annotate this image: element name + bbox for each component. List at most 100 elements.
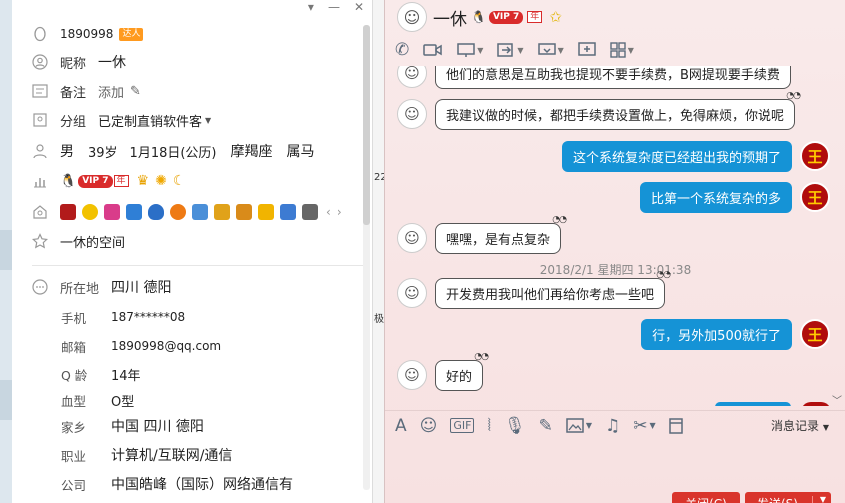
scrollbar-thumb[interactable]	[363, 25, 370, 225]
message-bubble: 行，另外加500就行了	[641, 319, 792, 350]
remote-desktop-icon[interactable]: ▼	[537, 42, 564, 58]
phone-row: 手机 187******08	[12, 307, 352, 327]
message-right: 王 比第一个系统复杂的多	[639, 182, 830, 213]
email-value[interactable]: 1890998@qq.com	[111, 339, 221, 353]
scissors-icon[interactable]: ✂ ▼	[633, 416, 655, 436]
penguin-icon: 🐧	[60, 173, 77, 189]
remark-add-link[interactable]: 添加	[98, 82, 124, 101]
pet-icon[interactable]	[192, 204, 208, 220]
shield-icon[interactable]	[148, 204, 164, 220]
user-circle-icon	[31, 53, 49, 71]
red-packet-icon[interactable]	[668, 417, 683, 434]
book-icon[interactable]	[214, 204, 230, 220]
sender-avatar[interactable]: ☺	[397, 223, 427, 253]
edit-pen-icon[interactable]: ✎	[130, 84, 141, 99]
contact-name[interactable]: 一休	[433, 5, 467, 30]
app-icon[interactable]	[104, 204, 120, 220]
sender-avatar[interactable]: ☺	[397, 360, 427, 390]
emoji-icon[interactable]: ☺	[420, 416, 438, 436]
qq-vip-icon[interactable]	[60, 204, 76, 220]
star-icon[interactable]	[82, 204, 98, 220]
message-history-button[interactable]: 消息记录 ▼	[771, 417, 829, 434]
screen-share-icon[interactable]: ▼	[457, 42, 483, 58]
close-icon[interactable]: ✕	[354, 0, 364, 14]
gif-icon[interactable]: GIF	[450, 418, 475, 433]
font-icon[interactable]: A	[395, 416, 407, 436]
shake-icon[interactable]: ⦚	[487, 416, 491, 436]
home-icon	[31, 203, 49, 221]
more-icon[interactable]	[31, 278, 49, 296]
microphone-icon[interactable]: 🎙	[504, 416, 526, 436]
email-row: 邮箱 1890998@qq.com	[12, 336, 352, 356]
edge-block	[0, 380, 12, 420]
profile-card: ▾ — ✕ 1890998 达人 昵称 一休 备注 添加 ✎ 分组 已定制直销软…	[12, 0, 372, 503]
qage-row: Q 龄 14年	[12, 364, 352, 384]
dropdown-icon[interactable]: ▾	[308, 0, 314, 14]
zodiac: 属马	[286, 144, 315, 160]
send-options-icon[interactable]: ▼	[820, 495, 826, 503]
sender-avatar[interactable]: ☺	[397, 66, 427, 88]
hometown-row: 家乡 中国 四川 德阳	[12, 416, 352, 436]
talent-badge[interactable]: 达人	[119, 27, 144, 41]
gold-shield-icon[interactable]	[258, 204, 274, 220]
prev-arrow-icon[interactable]: ‹	[326, 205, 331, 219]
constellation: 摩羯座	[230, 144, 273, 160]
sun-icon[interactable]: ✺	[155, 173, 167, 189]
message-text: 我建议做的时候，都把手续费设置做上，免得麻烦，你说呢	[446, 109, 785, 124]
next-arrow-icon[interactable]: ›	[337, 205, 342, 219]
star-icon[interactable]: ✩	[549, 8, 562, 26]
message-bubble: 他们的意思是互助我也提现不要手续费，B网提现要手续费	[435, 66, 791, 89]
location-value: 四川 德阳	[111, 280, 172, 296]
music-note-icon[interactable]: ♫	[605, 416, 620, 436]
job-value: 计算机/互联网/通信	[111, 448, 233, 464]
chat-header: ☺ 一休 🐧 VIP 7 年 ✩ ✆ ▼ ▼ ▼ ▼	[385, 0, 845, 70]
message-bubble: 比第一个系统复杂的多	[639, 182, 792, 213]
level-row: 🐧 VIP 7 年 ♛ ✺ ☾	[12, 171, 352, 191]
self-avatar[interactable]: 王	[800, 141, 830, 171]
message-timestamp: 2018/2/1 星期四 13:01:38	[539, 263, 692, 277]
crown-icon[interactable]: ♛	[137, 173, 150, 189]
file-transfer-icon[interactable]: ▼	[497, 42, 524, 58]
message-left: ☺ 他们的意思是互助我也提现不要手续费，B网提现要手续费	[397, 66, 791, 89]
self-avatar[interactable]: 王	[800, 319, 830, 349]
collapse-icon[interactable]: ﹀	[832, 392, 842, 407]
camera-icon[interactable]	[126, 204, 142, 220]
nickname-row: 昵称 一休	[12, 52, 352, 72]
sender-avatar[interactable]: ☺	[397, 278, 427, 308]
new-discussion-icon[interactable]	[577, 42, 596, 58]
remark-label: 备注	[60, 85, 87, 101]
blood-value: O型	[111, 394, 135, 410]
qage-label: Q 龄	[61, 367, 88, 383]
send-button[interactable]: 发送(S) ▼	[745, 492, 831, 503]
chevron-down-icon[interactable]: ▼	[205, 116, 211, 125]
sender-avatar[interactable]: ☺	[397, 99, 427, 129]
profile-scrollbar[interactable]	[363, 25, 370, 490]
close-button[interactable]: 关闭(C)	[672, 492, 740, 503]
minimize-icon[interactable]: —	[328, 0, 340, 14]
group-value[interactable]: 已定制直销软件客	[98, 111, 202, 130]
star-outline-icon	[31, 232, 49, 250]
group-label: 分组	[60, 114, 87, 130]
voice-call-icon[interactable]: ✆	[395, 40, 409, 60]
pen-icon[interactable]: ✎	[539, 416, 553, 436]
music-icon[interactable]	[170, 204, 186, 220]
divider	[32, 265, 364, 266]
message-right: 王 行，另外加500就行了	[641, 319, 830, 350]
message-list[interactable]: ☺ 他们的意思是互助我也提现不要手续费，B网提现要手续费 ☺ 我建议做的时候，都…	[385, 66, 845, 406]
send-separator	[812, 496, 813, 503]
tiger-icon[interactable]	[236, 204, 252, 220]
phone-app-icon[interactable]	[280, 204, 296, 220]
self-avatar[interactable]: 王	[800, 182, 830, 212]
vip-badge[interactable]: VIP 7	[78, 174, 113, 188]
person-icon	[31, 142, 49, 160]
apps-grid-icon[interactable]: ▼	[610, 42, 634, 58]
video-call-icon[interactable]	[423, 42, 443, 58]
space-link[interactable]: 一休的空间	[60, 232, 125, 251]
vip-badge[interactable]: VIP 7	[488, 10, 524, 24]
background-text: 极	[374, 314, 384, 325]
qq-number-row: 1890998 达人	[12, 24, 352, 44]
image-icon[interactable]: ▼	[566, 418, 592, 433]
moon-icon[interactable]: ☾	[173, 173, 186, 189]
contact-avatar[interactable]: ☺	[397, 2, 427, 32]
diamond-icon[interactable]	[302, 204, 318, 220]
